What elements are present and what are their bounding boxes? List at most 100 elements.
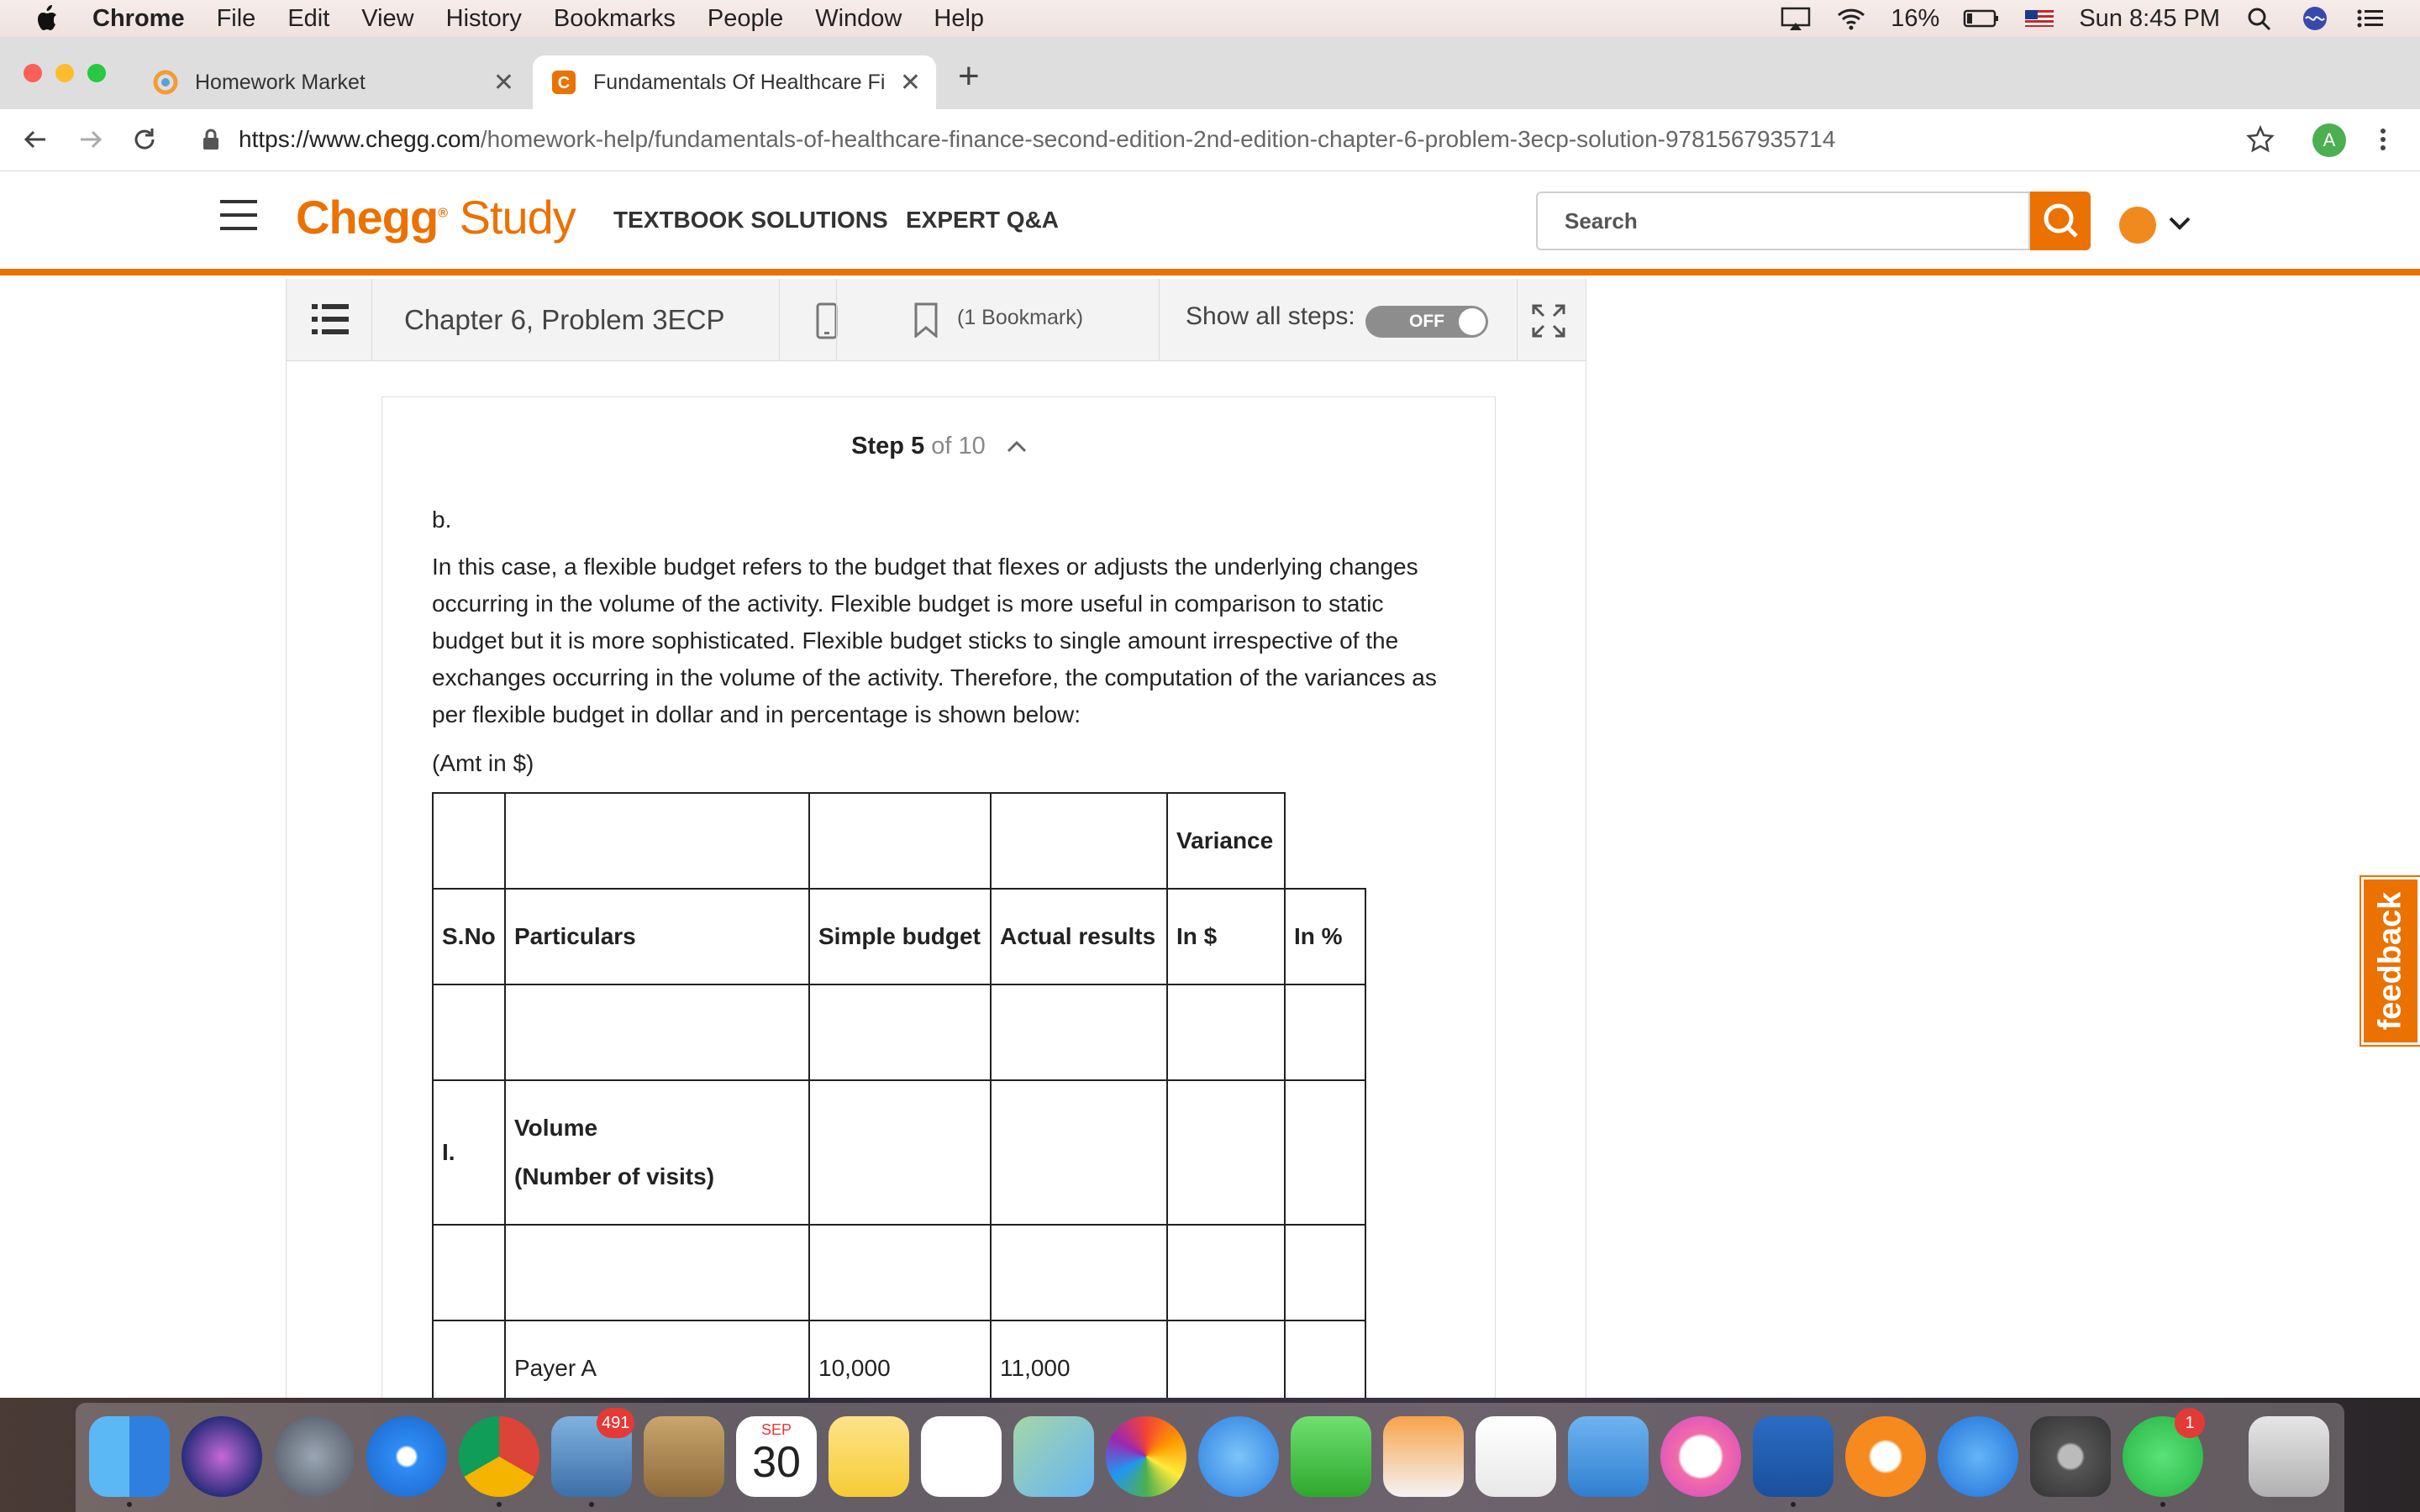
step-header[interactable]: Step 5 of 10 [382, 433, 1497, 460]
battery-icon[interactable] [1963, 6, 2000, 31]
table-row: I. Volume (Number of visits) [432, 1079, 1366, 1226]
chevron-up-icon[interactable] [1006, 438, 1028, 454]
notification-center-icon[interactable] [2354, 6, 2386, 31]
user-avatar[interactable] [2119, 207, 2156, 244]
numbers-chart-icon[interactable] [1476, 1416, 1556, 1497]
bookmark-count[interactable]: (1 Bookmark) [957, 306, 1083, 330]
menu-bookmarks[interactable]: Bookmarks [554, 5, 676, 33]
launchpad-rocket-icon[interactable] [274, 1416, 355, 1497]
wifi-icon[interactable] [1835, 6, 1867, 31]
calendar-day: 30 [752, 1438, 801, 1487]
tab-chegg-active[interactable]: C Fundamentals Of Healthcare Fi ✕ [533, 55, 936, 109]
more-menu-icon[interactable] [2368, 124, 2398, 155]
close-tab-icon[interactable]: ✕ [493, 68, 514, 97]
menu-edit[interactable]: Edit [287, 5, 329, 33]
us-flag-icon[interactable] [2023, 6, 2055, 31]
chegg-study-logo[interactable]: Chegg® Study [296, 190, 576, 244]
calendar-icon[interactable]: SEP 30 [736, 1416, 817, 1497]
window-close-button[interactable] [24, 64, 42, 82]
amount-note: (Amt in $) [432, 750, 534, 776]
pages-pen-icon[interactable] [1383, 1416, 1464, 1497]
tab-label: Homework Market [195, 70, 366, 94]
trash-icon[interactable] [2249, 1416, 2329, 1497]
logo-study: Study [459, 191, 576, 244]
new-tab-plus-icon[interactable]: + [958, 55, 980, 97]
apple-icon[interactable] [34, 4, 59, 33]
window-minimize-button[interactable] [55, 64, 74, 82]
calendar-month: SEP [760, 1421, 792, 1438]
siri-icon[interactable] [2299, 6, 2331, 31]
volume-sno: I. [432, 1079, 506, 1226]
itunes-music-icon[interactable] [1660, 1416, 1741, 1497]
menu-help[interactable]: Help [934, 5, 984, 33]
system-preferences-gear-icon[interactable] [2030, 1416, 2111, 1497]
bookmark-star-icon[interactable] [2245, 124, 2275, 155]
url-field[interactable]: https://www.chegg.com/homework-help/fund… [239, 126, 1835, 153]
ibooks-icon[interactable] [1845, 1416, 1926, 1497]
battery-percent: 16% [1891, 4, 1940, 32]
logo-chegg: Chegg [296, 191, 439, 244]
menu-app-chrome[interactable]: Chrome [92, 5, 185, 33]
address-bar-row: https://www.chegg.com/homework-help/fund… [0, 109, 2420, 171]
profile-avatar[interactable]: A [2312, 123, 2346, 157]
expand-fullscreen-icon[interactable] [1530, 302, 1567, 339]
siri-dock-icon[interactable] [182, 1416, 262, 1497]
reminders-list-icon[interactable] [921, 1416, 1002, 1497]
feedback-button[interactable]: feedback [2360, 875, 2420, 1047]
show-all-steps-toggle[interactable]: OFF [1365, 306, 1488, 338]
bookmark-icon[interactable] [913, 302, 939, 338]
airplay-icon[interactable] [1780, 6, 1812, 31]
menu-window[interactable]: Window [815, 5, 902, 33]
forward-arrow-icon[interactable] [76, 124, 106, 155]
photos-icon[interactable] [1106, 1416, 1186, 1497]
chegg-favicon-icon: C [552, 71, 576, 94]
nav-expert-qa[interactable]: EXPERT Q&A [906, 207, 1059, 234]
safari-compass-icon[interactable] [366, 1416, 447, 1497]
maps-icon[interactable] [1013, 1416, 1094, 1497]
back-arrow-icon[interactable] [20, 124, 50, 155]
contacts-book-icon[interactable] [644, 1416, 724, 1497]
menu-file[interactable]: File [217, 5, 256, 33]
search-button[interactable] [2030, 192, 2091, 250]
microsoft-word-icon[interactable] [1753, 1416, 1833, 1497]
table-row: Variance [432, 792, 1365, 890]
part-label: b. [432, 507, 452, 533]
list-view-icon[interactable] [312, 302, 349, 336]
feedback-label: feedback [2372, 891, 2408, 1031]
finder-icon[interactable] [89, 1416, 170, 1497]
chegg-header: Chegg® Study TEXTBOOK SOLUTIONS EXPERT Q… [0, 171, 2420, 276]
spotlight-search-icon[interactable] [2244, 6, 2275, 31]
solution-toolbar: Chapter 6, Problem 3ECP (1 Bookmark) Sho… [287, 279, 1586, 361]
col-header-in-dollars: In $ [1166, 888, 1286, 985]
payer-a-budget: 10,000 [808, 1320, 992, 1401]
keynote-podium-icon[interactable] [1568, 1416, 1649, 1497]
window-zoom-button[interactable] [87, 64, 106, 82]
clock[interactable]: Sun 8:45 PM [2079, 5, 2220, 33]
nav-textbook-solutions[interactable]: TEXTBOOK SOLUTIONS [613, 207, 888, 234]
tab-homework-market[interactable]: Homework Market ✕ [134, 55, 529, 109]
menu-history[interactable]: History [446, 5, 522, 33]
svg-text:C: C [558, 74, 570, 92]
menu-view[interactable]: View [361, 5, 413, 33]
browser-tab-strip: Homework Market ✕ C Fundamentals Of Heal… [0, 37, 2420, 109]
variance-table: Variance S.No Particulars Simple budget … [432, 792, 1366, 1401]
notes-icon[interactable] [829, 1416, 909, 1497]
menu-people[interactable]: People [708, 5, 783, 33]
volume-label: Volume [514, 1115, 598, 1141]
close-tab-icon[interactable]: ✕ [900, 68, 921, 97]
hamburger-menu-icon[interactable] [220, 198, 257, 232]
messages-bubble-icon[interactable] [1198, 1416, 1279, 1497]
facetime-camera-icon[interactable] [1291, 1416, 1371, 1497]
chevron-down-icon[interactable] [2168, 215, 2191, 232]
lock-icon[interactable] [202, 128, 220, 151]
chrome-browser-icon[interactable] [459, 1416, 539, 1497]
search-input[interactable]: Search [1536, 192, 2030, 250]
step-label: Step 5 [851, 433, 925, 459]
show-all-steps-label: Show all steps: [1186, 302, 1355, 330]
toggle-state: OFF [1409, 312, 1444, 331]
app-store-icon[interactable] [1938, 1416, 2018, 1497]
table-row [432, 1224, 1366, 1321]
table-row: Payer A 10,000 11,000 [432, 1320, 1366, 1401]
step-card: Step 5 of 10 b. In this case, a flexible… [381, 396, 1496, 1401]
reload-icon[interactable] [129, 124, 160, 155]
